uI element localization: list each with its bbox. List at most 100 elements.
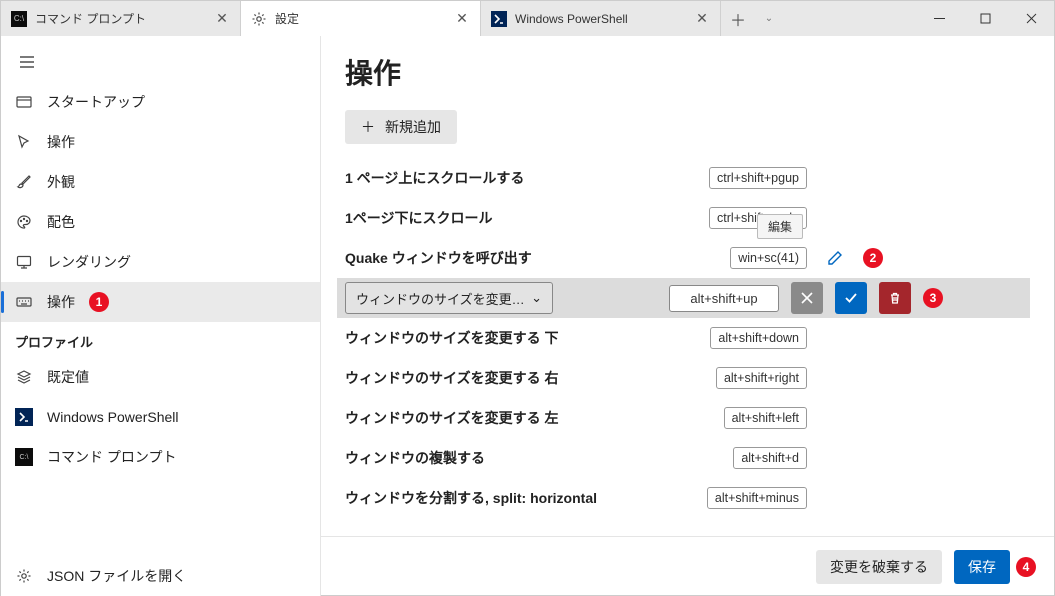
tab-dropdown-button[interactable]: ⌄ xyxy=(755,1,783,36)
keybind-badge: alt+shift+d xyxy=(733,447,807,469)
minimize-button[interactable] xyxy=(916,1,962,36)
tab-command-prompt[interactable]: C:\ コマンド プロンプト ✕ xyxy=(1,1,241,36)
action-label: Quake ウィンドウを呼び出す xyxy=(345,248,645,268)
close-icon[interactable]: ✕ xyxy=(214,11,230,27)
powershell-icon xyxy=(15,408,33,426)
keybind-badge: ctrl+shift+pgup xyxy=(709,167,807,189)
action-label: ウィンドウのサイズを変更する 右 xyxy=(345,368,645,388)
content-body: 操作 ＋ 新規追加 1 ページ上にスクロールする ctrl+shift+pgup… xyxy=(321,36,1054,536)
gear-icon xyxy=(251,11,267,27)
cursor-icon xyxy=(15,133,33,151)
tab-powershell[interactable]: Windows PowerShell ✕ xyxy=(481,1,721,36)
page-title: 操作 xyxy=(345,52,1030,92)
add-new-button[interactable]: ＋ 新規追加 xyxy=(345,110,457,144)
powershell-icon xyxy=(491,11,507,27)
discard-button[interactable]: 変更を破棄する xyxy=(816,550,942,584)
sidebar-item-label: Windows PowerShell xyxy=(47,409,179,425)
action-row[interactable]: ウィンドウの複製する alt+shift+d xyxy=(345,438,1030,478)
save-button[interactable]: 保存 xyxy=(954,550,1010,584)
new-tab-button[interactable]: ＋ xyxy=(721,1,755,36)
close-icon[interactable]: ✕ xyxy=(694,11,710,27)
sidebar-item-label: 外観 xyxy=(47,172,75,192)
action-row[interactable]: 1ページ下にスクロール ctrl+shift+pgdn xyxy=(345,198,1030,238)
keybind-input[interactable] xyxy=(669,285,779,312)
monitor-icon xyxy=(15,253,33,271)
gear-icon xyxy=(15,567,33,585)
edit-tooltip: 編集 xyxy=(757,214,803,239)
sidebar: スタートアップ 操作 外観 配色 レンダリング 操作 1 プロファイル 既定値 xyxy=(1,36,321,596)
keyboard-icon xyxy=(15,293,33,311)
sidebar-item-label: レンダリング xyxy=(47,252,131,272)
action-list: 1 ページ上にスクロールする ctrl+shift+pgup 1ページ下にスクロ… xyxy=(345,158,1030,518)
keybind-badge: alt+shift+right xyxy=(716,367,807,389)
sidebar-item-label: 既定値 xyxy=(47,367,89,387)
action-label: 1 ページ上にスクロールする xyxy=(345,168,645,188)
tab-label: 設定 xyxy=(275,10,446,27)
action-select-value: ウィンドウのサイズを変更する 上 xyxy=(356,289,531,308)
sidebar-open-json[interactable]: JSON ファイルを開く xyxy=(1,556,320,596)
action-row[interactable]: 1 ページ上にスクロールする ctrl+shift+pgup xyxy=(345,158,1030,198)
action-label: ウィンドウを分割する, split: horizontal xyxy=(345,488,645,508)
sidebar-item-appearance[interactable]: 外観 xyxy=(1,162,320,202)
content-pane: 操作 ＋ 新規追加 1 ページ上にスクロールする ctrl+shift+pgup… xyxy=(321,36,1054,596)
close-button[interactable] xyxy=(1008,1,1054,36)
add-new-label: 新規追加 xyxy=(385,117,441,137)
tab-label: Windows PowerShell xyxy=(515,12,686,26)
keybind-badge: alt+shift+minus xyxy=(707,487,807,509)
cancel-edit-button[interactable] xyxy=(791,282,823,314)
sidebar-item-interaction[interactable]: 操作 xyxy=(1,122,320,162)
window-controls xyxy=(916,1,1054,36)
confirm-edit-button[interactable] xyxy=(835,282,867,314)
close-icon[interactable]: ✕ xyxy=(454,11,470,27)
sidebar-item-label: 操作 xyxy=(47,132,75,152)
chevron-down-icon: ⌄ xyxy=(531,290,542,306)
sidebar-profile-defaults[interactable]: 既定値 xyxy=(1,357,320,397)
callout-2: 2 xyxy=(863,248,883,268)
keybind-badge: alt+shift+down xyxy=(710,327,807,349)
tab-settings[interactable]: 設定 ✕ xyxy=(241,1,481,36)
action-row[interactable]: ウィンドウのサイズを変更する 右 alt+shift+right xyxy=(345,358,1030,398)
sidebar-profile-powershell[interactable]: Windows PowerShell xyxy=(1,397,320,437)
sidebar-item-colors[interactable]: 配色 xyxy=(1,202,320,242)
main-area: スタートアップ 操作 外観 配色 レンダリング 操作 1 プロファイル 既定値 xyxy=(1,36,1054,596)
callout-3: 3 xyxy=(923,288,943,308)
keybind-badge: alt+shift+left xyxy=(724,407,807,429)
delete-button[interactable] xyxy=(879,282,911,314)
callout-4: 4 xyxy=(1016,557,1036,577)
action-label: ウィンドウのサイズを変更する 左 xyxy=(345,408,645,428)
action-label: ウィンドウの複製する xyxy=(345,448,645,468)
tab-label: コマンド プロンプト xyxy=(35,10,206,27)
sidebar-item-startup[interactable]: スタートアップ xyxy=(1,82,320,122)
footer: 変更を破棄する 保存 4 xyxy=(321,536,1054,596)
sidebar-item-rendering[interactable]: レンダリング xyxy=(1,242,320,282)
profile-header: プロファイル xyxy=(1,322,320,357)
hamburger-button[interactable] xyxy=(7,42,47,82)
action-label: 1ページ下にスクロール xyxy=(345,208,645,228)
edit-button[interactable] xyxy=(819,242,851,274)
title-bar: C:\ コマンド プロンプト ✕ 設定 ✕ Windows PowerShell… xyxy=(1,1,1054,36)
layers-icon xyxy=(15,368,33,386)
action-label: ウィンドウのサイズを変更する 下 xyxy=(345,328,645,348)
plus-icon: ＋ xyxy=(361,117,375,137)
sidebar-item-label: JSON ファイルを開く xyxy=(47,566,186,586)
sidebar-item-label: コマンド プロンプト xyxy=(47,447,176,467)
startup-icon xyxy=(15,93,33,111)
sidebar-item-actions[interactable]: 操作 1 xyxy=(1,282,320,322)
cmd-icon: C:\ xyxy=(11,11,27,27)
sidebar-item-label: 配色 xyxy=(47,212,75,232)
sidebar-item-label: 操作 xyxy=(47,292,75,312)
cmd-icon: C:\ xyxy=(15,448,33,466)
sidebar-profile-cmd[interactable]: C:\ コマンド プロンプト xyxy=(1,437,320,477)
action-row[interactable]: ウィンドウを分割する, split: horizontal alt+shift+… xyxy=(345,478,1030,518)
action-select[interactable]: ウィンドウのサイズを変更する 上 ⌄ xyxy=(345,282,553,314)
brush-icon xyxy=(15,173,33,191)
action-row[interactable]: ウィンドウのサイズを変更する 左 alt+shift+left xyxy=(345,398,1030,438)
maximize-button[interactable] xyxy=(962,1,1008,36)
action-row[interactable]: Quake ウィンドウを呼び出す win+sc(41) 2 編集 xyxy=(345,238,1030,278)
action-row[interactable]: ウィンドウのサイズを変更する 下 alt+shift+down xyxy=(345,318,1030,358)
palette-icon xyxy=(15,213,33,231)
sidebar-item-label: スタートアップ xyxy=(47,92,145,112)
keybind-badge: win+sc(41) xyxy=(730,247,807,269)
callout-1: 1 xyxy=(89,292,109,312)
action-row-editing: ウィンドウのサイズを変更する 上 ⌄ 3 xyxy=(337,278,1030,318)
